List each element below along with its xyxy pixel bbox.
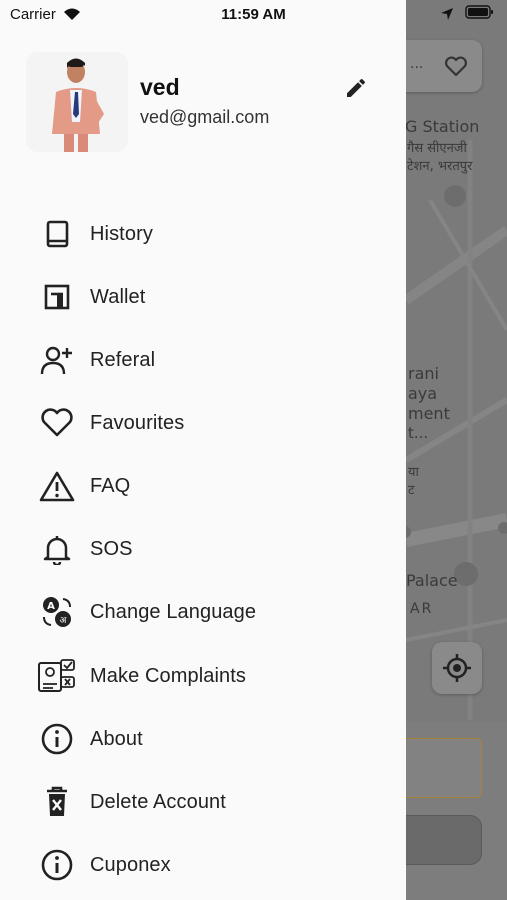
bell-icon <box>36 528 78 570</box>
menu-label: History <box>90 222 153 245</box>
status-bar: Carrier 11:59 AM <box>0 0 507 28</box>
menu-label: Favourites <box>90 411 185 434</box>
menu-item-change-language[interactable]: Aअ Change Language <box>36 588 376 636</box>
menu-item-about[interactable]: About <box>36 715 376 763</box>
heart-icon <box>36 402 78 444</box>
menu-label: Delete Account <box>90 790 226 813</box>
book-icon <box>36 213 78 255</box>
navigation-drawer: ved ved@gmail.com History Wallet Referal… <box>0 0 406 900</box>
menu-label: Cuponex <box>90 853 171 876</box>
menu-item-wallet[interactable]: Wallet <box>36 273 376 321</box>
menu-label: Make Complaints <box>90 664 247 687</box>
menu-item-favourites[interactable]: Favourites <box>36 399 376 447</box>
map-search-text: ... <box>410 56 424 72</box>
person-add-icon <box>36 339 78 381</box>
heart-icon[interactable] <box>444 55 468 77</box>
map-label: G Station <box>405 117 480 136</box>
map-label: aya <box>408 384 438 403</box>
translate-icon: Aअ <box>36 591 78 633</box>
map-label: rani <box>408 364 439 383</box>
complaint-icon <box>36 655 78 697</box>
trash-icon <box>36 781 78 823</box>
info-icon <box>36 844 78 886</box>
menu-label: About <box>90 727 143 750</box>
menu-label: Wallet <box>90 285 146 308</box>
my-location-button[interactable] <box>432 642 482 694</box>
pencil-icon[interactable] <box>344 76 368 100</box>
map-label: या <box>408 465 419 480</box>
svg-text:A: A <box>47 601 55 612</box>
battery-icon <box>465 5 493 19</box>
menu-label: Referal <box>90 348 156 371</box>
menu-item-make-complaints[interactable]: Make Complaints <box>36 652 376 700</box>
map-label: गैस सीएनजी <box>407 141 467 156</box>
menu-label: Change Language <box>90 600 257 623</box>
menu-item-referal[interactable]: Referal <box>36 336 376 384</box>
profile-photo-illustration <box>26 52 128 152</box>
warning-icon <box>36 465 78 507</box>
avatar <box>26 52 128 152</box>
profile-name: ved <box>140 74 180 100</box>
menu-item-delete-account[interactable]: Delete Account <box>36 778 376 826</box>
menu-label: FAQ <box>90 474 131 497</box>
map-label: Palace <box>406 571 458 590</box>
map-label: टेशन, भरतपुर <box>407 159 473 174</box>
menu-item-history[interactable]: History <box>36 210 376 258</box>
map-label: AR <box>410 601 434 617</box>
status-right <box>441 5 495 24</box>
menu-label: SOS <box>90 537 133 560</box>
profile-email: ved@gmail.com <box>140 107 270 127</box>
menu-item-cuponex[interactable]: Cuponex <box>36 841 376 889</box>
map-label: t... <box>408 424 429 442</box>
svg-text:अ: अ <box>60 616 68 626</box>
crosshair-icon <box>443 654 471 682</box>
menu-item-faq[interactable]: FAQ <box>36 462 376 510</box>
menu-item-sos[interactable]: SOS <box>36 525 376 573</box>
status-time: 11:59 AM <box>221 6 286 23</box>
wallet-icon <box>36 276 78 318</box>
location-arrow-icon <box>441 8 453 20</box>
map-label: ment <box>408 404 450 423</box>
info-icon <box>36 718 78 760</box>
map-label: ट <box>408 483 415 498</box>
